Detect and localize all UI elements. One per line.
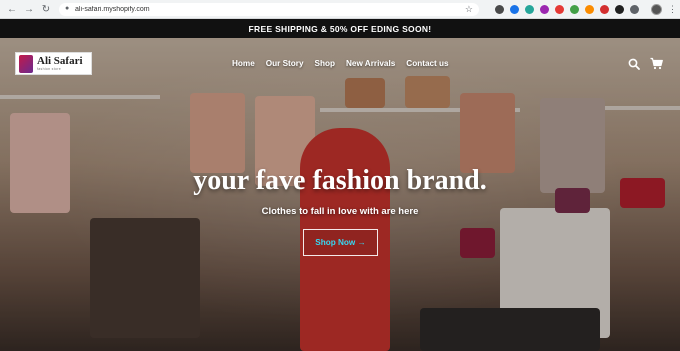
arrow-right-icon: → [24, 3, 34, 15]
logo-tagline: fashion store [37, 66, 61, 71]
logo-name: Ali Safari [37, 54, 83, 67]
announcement-bar: FREE SHIPPING & 50% OFF EDING SOON! [0, 19, 680, 38]
nav-new-arrivals[interactable]: New Arrivals [346, 59, 395, 68]
search-icon[interactable] [628, 58, 640, 70]
nav-contact-us[interactable]: Contact us [406, 59, 448, 68]
reload-button[interactable]: ↻ [39, 2, 53, 16]
hero-headline: your fave fashion brand. [193, 165, 487, 196]
nav-our-story[interactable]: Our Story [266, 59, 304, 68]
forward-button[interactable]: → [22, 2, 36, 16]
store-logo[interactable]: Ali Safari fashion store [15, 52, 92, 75]
browser-toolbar: ← → ↻ ● ali-safari.myshopify.com ☆ ⋮ [0, 0, 680, 19]
extension-icon[interactable] [570, 4, 579, 14]
address-bar[interactable]: ● ali-safari.myshopify.com ☆ [59, 2, 479, 16]
nav-shop[interactable]: Shop [315, 59, 335, 68]
extension-icon[interactable] [585, 4, 594, 14]
logo-text: Ali Safari fashion store [37, 54, 83, 72]
extension-icon[interactable] [510, 4, 519, 14]
url-text: ali-safari.myshopify.com [75, 5, 150, 13]
extension-icon[interactable] [540, 4, 549, 14]
nav-home[interactable]: Home [232, 59, 255, 68]
extension-icon[interactable] [630, 4, 639, 14]
profile-avatar[interactable] [651, 3, 662, 15]
announcement-text: FREE SHIPPING & 50% OFF EDING SOON! [248, 23, 432, 34]
hero-subheadline: Clothes to fall in love with are here [261, 206, 419, 217]
bookmark-star-icon[interactable]: ☆ [465, 4, 473, 15]
extension-icon[interactable] [495, 4, 504, 14]
extension-icon[interactable] [615, 4, 624, 14]
extensions-bar [495, 4, 645, 14]
shop-now-button[interactable]: Shop Now → [303, 229, 378, 256]
reload-icon: ↻ [41, 3, 51, 15]
extension-icon[interactable] [555, 4, 564, 14]
menu-icon[interactable]: ⋮ [668, 4, 677, 14]
lock-icon: ● [65, 5, 70, 12]
arrow-left-icon: ← [7, 3, 17, 15]
logo-mark [19, 54, 33, 73]
cart-icon[interactable] [650, 57, 663, 70]
extension-icon[interactable] [525, 4, 534, 14]
hero-section: Ali Safari fashion store Home Our Story … [0, 38, 680, 351]
back-button[interactable]: ← [5, 2, 19, 16]
extension-icon[interactable] [600, 4, 609, 14]
main-nav: Home Our Story Shop New Arrivals Contact… [232, 59, 460, 68]
